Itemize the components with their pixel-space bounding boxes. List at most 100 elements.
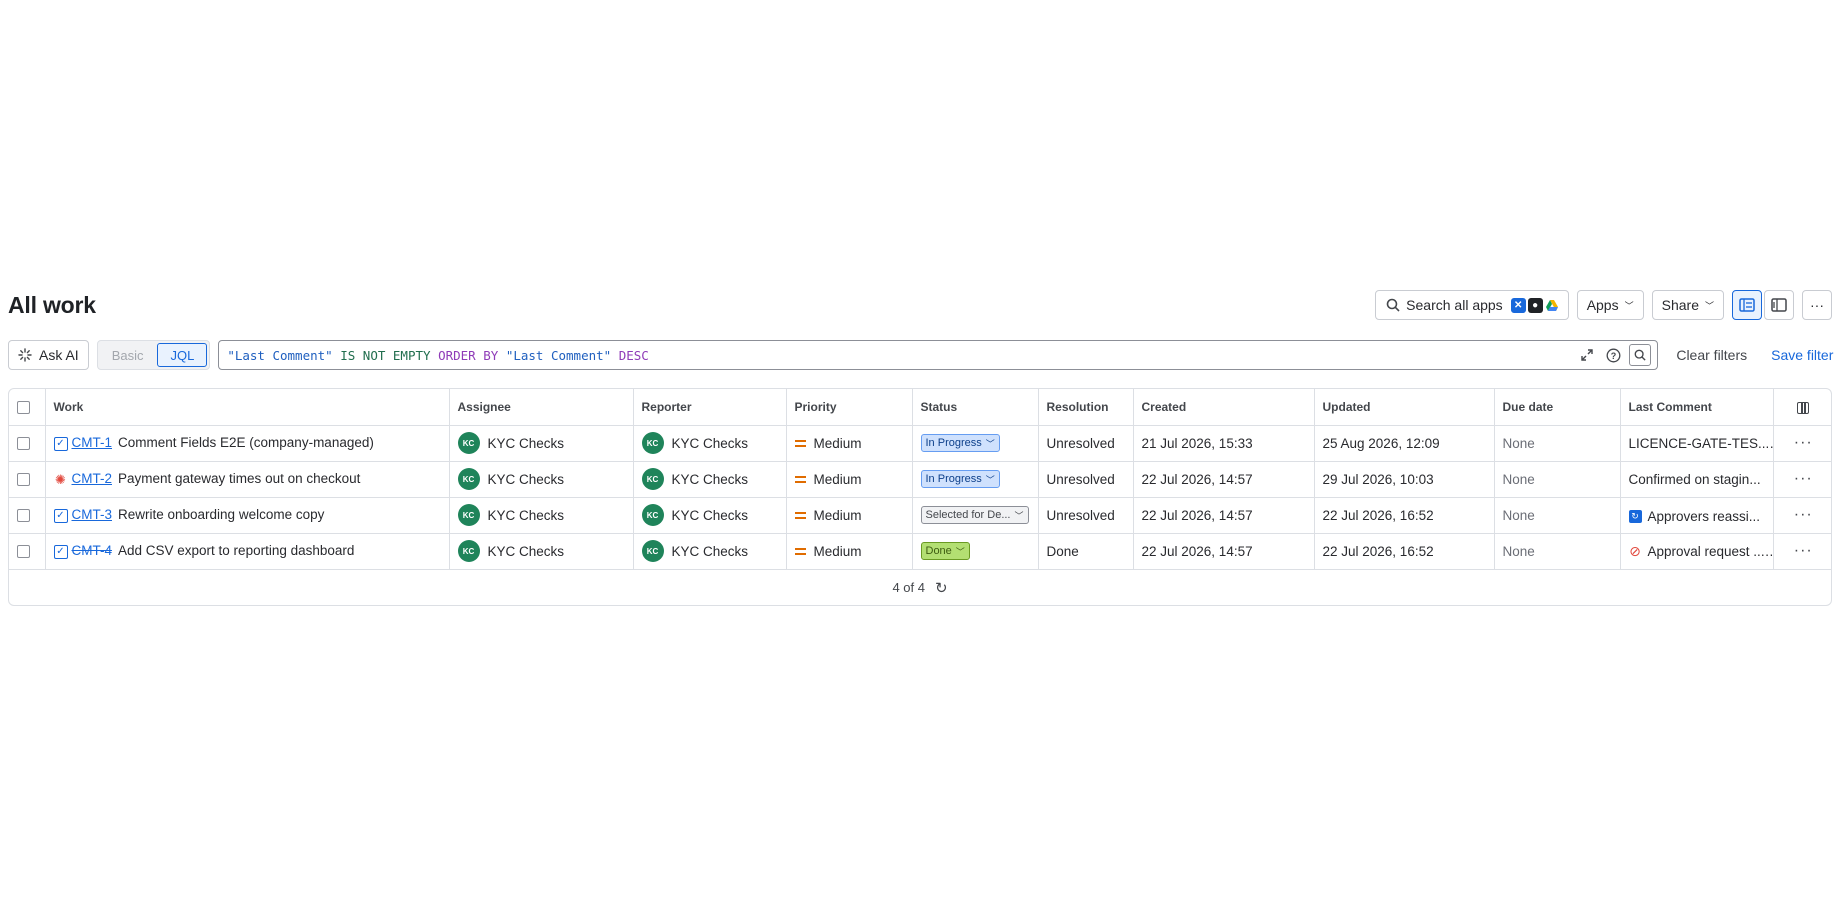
table-row[interactable]: ✺ CMT-2 Payment gateway times out on check… bbox=[9, 461, 1831, 498]
apps-dropdown-button[interactable]: Apps ﹀ bbox=[1576, 290, 1644, 320]
column-header-reporter[interactable]: Reporter bbox=[633, 389, 787, 426]
select-all-cell bbox=[9, 389, 46, 426]
assignee-cell[interactable]: KC KYC Checks bbox=[449, 497, 634, 534]
more-icon: ··· bbox=[1793, 506, 1813, 523]
priority-label: Medium bbox=[813, 544, 862, 559]
status-cell: In Progress ﹀ bbox=[912, 461, 1039, 498]
reporter-name: KYC Checks bbox=[671, 471, 749, 487]
column-header-resolution[interactable]: Resolution bbox=[1038, 389, 1134, 426]
due-date-cell: None bbox=[1494, 533, 1621, 570]
resolution-cell: Done bbox=[1038, 533, 1134, 570]
share-dropdown-button[interactable]: Share ﹀ bbox=[1651, 290, 1724, 320]
row-actions-button[interactable]: ··· bbox=[1773, 425, 1831, 462]
reporter-cell[interactable]: KC KYC Checks bbox=[633, 497, 787, 534]
work-item-summary[interactable]: Add CSV export to reporting dashboard bbox=[118, 543, 354, 558]
work-item-summary[interactable]: Rewrite onboarding welcome copy bbox=[118, 507, 324, 522]
row-checkbox[interactable] bbox=[17, 545, 30, 559]
column-picker-icon[interactable] bbox=[1797, 401, 1810, 414]
search-all-apps-button[interactable]: Search all apps ✕ ● bbox=[1375, 290, 1569, 320]
avatar: KC bbox=[457, 468, 480, 490]
updated-cell: 25 Aug 2026, 12:09 bbox=[1314, 425, 1495, 462]
table-row[interactable]: ✓ CMT-4 Add CSV export to reporting dashbo… bbox=[9, 533, 1831, 570]
resolution-cell: Unresolved bbox=[1038, 497, 1134, 534]
jql-sort-field: "Last Comment" bbox=[505, 347, 612, 363]
table-row[interactable]: ✓ CMT-1 Comment Fields E2E (company-manage… bbox=[9, 425, 1831, 462]
more-icon: ··· bbox=[1793, 470, 1813, 487]
jql-mode-button[interactable]: JQL bbox=[157, 343, 208, 367]
bug-icon: ✺ bbox=[55, 471, 66, 487]
status-cell: In Progress ﹀ bbox=[912, 425, 1039, 462]
status-label: Selected for De... bbox=[925, 509, 1011, 521]
chevron-down-icon: ﹀ bbox=[1704, 300, 1714, 311]
assignee-cell[interactable]: KC KYC Checks bbox=[449, 533, 634, 570]
reporter-cell[interactable]: KC KYC Checks bbox=[633, 461, 787, 498]
expand-icon[interactable] bbox=[1577, 345, 1597, 365]
row-checkbox[interactable] bbox=[17, 437, 30, 451]
work-item-key-link[interactable]: CMT-1 bbox=[72, 435, 113, 450]
row-actions-button[interactable]: ··· bbox=[1773, 497, 1831, 534]
status-label: In Progress bbox=[925, 437, 982, 449]
priority-cell[interactable]: Medium bbox=[786, 533, 913, 570]
work-item-summary[interactable]: Payment gateway times out on checkout bbox=[118, 471, 360, 486]
refresh-icon[interactable]: ↻ bbox=[935, 579, 948, 597]
clear-filters-button[interactable]: Clear filters bbox=[1676, 347, 1747, 363]
column-header-work[interactable]: Work bbox=[45, 389, 450, 426]
list-view-button[interactable] bbox=[1732, 290, 1762, 320]
help-icon[interactable]: ? bbox=[1603, 345, 1623, 365]
last-comment-cell: ⊘ Approval request ... bbox=[1620, 533, 1774, 570]
basic-mode-button[interactable]: Basic bbox=[100, 343, 156, 367]
row-select-cell bbox=[9, 533, 46, 570]
assignee-cell[interactable]: KC KYC Checks bbox=[449, 461, 634, 498]
column-header-status[interactable]: Status bbox=[912, 389, 1039, 426]
status-dropdown[interactable]: Selected for De... ﹀ bbox=[920, 506, 1029, 524]
work-item-key-link[interactable]: CMT-2 bbox=[72, 471, 113, 486]
more-actions-button[interactable]: ··· bbox=[1802, 290, 1832, 320]
save-filter-button[interactable]: Save filter bbox=[1771, 347, 1833, 363]
select-all-checkbox[interactable] bbox=[17, 400, 30, 414]
status-dropdown[interactable]: Done ﹀ bbox=[920, 542, 970, 560]
work-item-key-link[interactable]: CMT-4 bbox=[72, 543, 113, 558]
priority-cell[interactable]: Medium bbox=[786, 497, 913, 534]
priority-cell[interactable]: Medium bbox=[786, 461, 913, 498]
priority-cell[interactable]: Medium bbox=[786, 425, 913, 462]
row-actions-button[interactable]: ··· bbox=[1773, 461, 1831, 498]
row-actions-button[interactable]: ··· bbox=[1773, 533, 1831, 570]
chevron-down-icon: ﹀ bbox=[985, 438, 995, 449]
jql-input[interactable]: "Last Comment" IS NOT EMPTY ORDER BY "La… bbox=[218, 340, 1659, 370]
search-icon[interactable] bbox=[1629, 344, 1652, 366]
column-picker-cell bbox=[1773, 389, 1831, 426]
column-header-created[interactable]: Created bbox=[1133, 389, 1315, 426]
updated-cell: 22 Jul 2026, 16:52 bbox=[1314, 533, 1495, 570]
ask-ai-label: Ask AI bbox=[39, 347, 79, 363]
column-header-due-date[interactable]: Due date bbox=[1494, 389, 1621, 426]
query-bar: Ask AI Basic JQL "Last Comment" IS NOT E… bbox=[8, 340, 1833, 370]
avatar: KC bbox=[457, 540, 480, 562]
issues-table: Work Assignee Reporter Priority Status R… bbox=[8, 388, 1832, 606]
column-header-priority[interactable]: Priority bbox=[786, 389, 913, 426]
detail-view-button[interactable] bbox=[1764, 290, 1794, 320]
work-item-key-link[interactable]: CMT-3 bbox=[72, 507, 113, 522]
status-label: Done bbox=[925, 545, 952, 557]
reporter-cell[interactable]: KC KYC Checks bbox=[633, 425, 787, 462]
table-footer: 4 of 4 ↻ bbox=[9, 570, 1831, 606]
jql-query-text[interactable]: "Last Comment" IS NOT EMPTY ORDER BY "La… bbox=[227, 348, 1577, 363]
jql-field: "Last Comment" bbox=[227, 347, 333, 363]
reporter-name: KYC Checks bbox=[671, 435, 749, 451]
column-header-assignee[interactable]: Assignee bbox=[449, 389, 634, 426]
more-icon: ··· bbox=[1793, 434, 1813, 451]
work-item-summary[interactable]: Comment Fields E2E (company-managed) bbox=[118, 435, 374, 450]
status-dropdown[interactable]: In Progress ﹀ bbox=[920, 434, 1000, 452]
table-row[interactable]: ✓ CMT-3 Rewrite onboarding welcome copy KC… bbox=[9, 497, 1831, 534]
assignee-name: KYC Checks bbox=[487, 471, 565, 487]
column-header-last-comment[interactable]: Last Comment bbox=[1620, 389, 1774, 426]
row-checkbox[interactable] bbox=[17, 473, 30, 487]
reporter-name: KYC Checks bbox=[671, 543, 749, 559]
status-dropdown[interactable]: In Progress ﹀ bbox=[920, 470, 1000, 488]
column-header-updated[interactable]: Updated bbox=[1314, 389, 1495, 426]
row-checkbox[interactable] bbox=[17, 509, 30, 523]
work-cell: ✺ CMT-2 Payment gateway times out on check… bbox=[45, 461, 450, 498]
ai-sparkle-icon bbox=[18, 348, 32, 362]
ask-ai-button[interactable]: Ask AI bbox=[8, 340, 89, 370]
reporter-cell[interactable]: KC KYC Checks bbox=[633, 533, 787, 570]
assignee-cell[interactable]: KC KYC Checks bbox=[449, 425, 634, 462]
